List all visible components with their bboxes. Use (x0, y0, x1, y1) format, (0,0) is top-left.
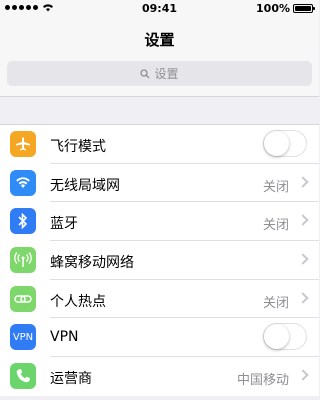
settings-row-label: 运营商 (50, 371, 92, 388)
navigation-bar: 设置 设置 (0, 17, 319, 97)
settings-row-value: 中国移动 (236, 373, 289, 389)
chevron-right-icon (297, 176, 309, 188)
settings-row-label: 蜂窝移动网络 (50, 255, 134, 272)
cellular-icon (10, 247, 36, 274)
status-bar: 09:41 100% (0, 0, 319, 17)
search-input[interactable]: 设置 (7, 61, 312, 86)
chevron-right-icon (297, 253, 309, 265)
battery-icon (293, 4, 315, 13)
search-icon (140, 68, 150, 78)
settings-row-airplane-mode[interactable]: 飞行模式 (0, 125, 319, 164)
battery-indicator: 100% (256, 2, 315, 15)
chevron-right-icon (297, 214, 309, 227)
chevron-right-icon (297, 369, 309, 381)
settings-row-value: 关闭 (262, 295, 289, 311)
settings-row-wifi[interactable]: 无线局域网 关闭 (0, 164, 319, 203)
settings-row-label: 个人热点 (50, 293, 106, 310)
wifi-icon (10, 169, 36, 196)
battery-percent: 100% (256, 2, 290, 15)
page-title: 设置 (144, 31, 175, 49)
bluetooth-icon (10, 208, 36, 235)
vpn-icon: VPN (10, 324, 36, 351)
settings-row-label: 蓝牙 (50, 216, 78, 233)
chevron-right-icon (297, 292, 309, 304)
settings-row-vpn[interactable]: VPN VPN (0, 318, 319, 358)
settings-row-bluetooth[interactable]: 蓝牙 关闭 (0, 202, 319, 242)
settings-row-label: 飞行模式 (50, 139, 106, 155)
search-placeholder: 设置 (154, 67, 179, 81)
airplane-mode-toggle[interactable] (263, 130, 307, 157)
airplane-icon (10, 131, 36, 157)
hotspot-icon (10, 285, 36, 312)
vpn-icon-text: VPN (12, 331, 34, 343)
settings-row-label: VPN (50, 329, 79, 346)
settings-row-label: 无线局域网 (50, 177, 120, 194)
settings-list: 飞行模式 无线局域网 关闭 蓝牙 关闭 蜂窝移动网络 个人热点 关闭 VPN V… (0, 124, 319, 396)
settings-row-carrier[interactable]: 运营商 中国移动 (0, 357, 319, 396)
settings-row-hotspot[interactable]: 个人热点 关闭 (0, 280, 319, 319)
settings-row-value: 关闭 (262, 179, 289, 195)
vpn-toggle[interactable] (263, 323, 307, 351)
phone-icon (10, 363, 36, 390)
settings-row-cellular[interactable]: 蜂窝移动网络 (0, 241, 319, 280)
settings-row-value: 关闭 (262, 218, 289, 234)
